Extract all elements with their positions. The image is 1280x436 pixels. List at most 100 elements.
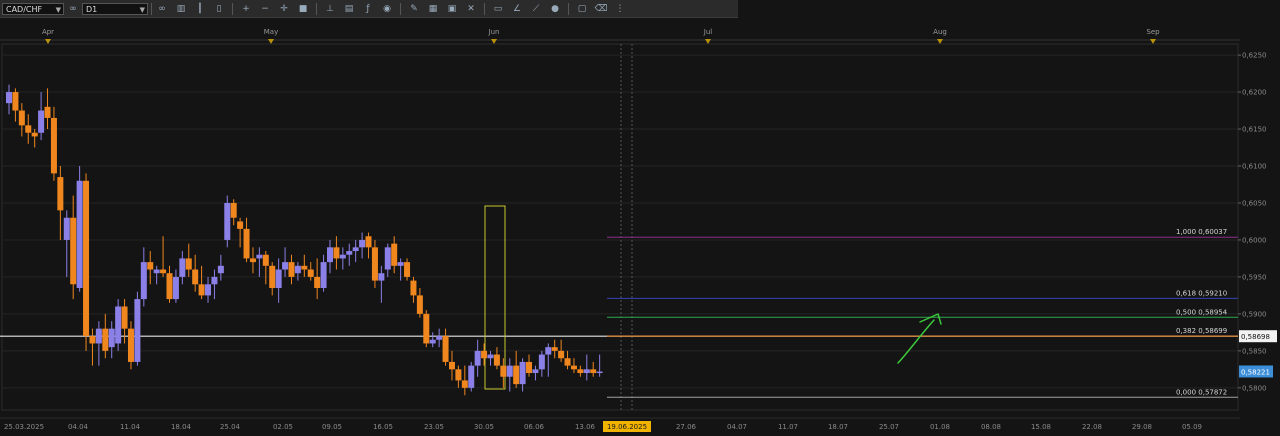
reference-price-label: 0,58698 [1241, 333, 1270, 341]
fib-level-label: 1,000 0,60037 [1176, 228, 1227, 236]
bear-candle [404, 262, 411, 277]
month-label: Jul [703, 28, 713, 36]
bull-candle [320, 262, 327, 288]
bear-candle [166, 273, 173, 300]
bear-candle [391, 243, 398, 266]
bear-candle [333, 247, 340, 259]
x-tick-label: 25.03.2025 [4, 423, 44, 431]
bull-candle [596, 371, 603, 374]
last-price-label: 0,58221 [1241, 368, 1270, 376]
bear-candle [57, 177, 64, 211]
bull-candle [538, 354, 545, 370]
bear-candle [198, 284, 205, 296]
bear-candle [442, 336, 449, 362]
bear-candle [455, 369, 462, 381]
highlighted-date-label: 19.06.2025 [607, 423, 647, 431]
x-tick-label: 16.05 [373, 423, 393, 431]
bull-candle [378, 273, 385, 281]
bull-candle [468, 365, 475, 388]
bull-candle [506, 365, 513, 377]
month-label: Apr [42, 28, 54, 36]
bull-candle [153, 269, 160, 274]
x-tick-label: 29.08 [1132, 423, 1152, 431]
bull-candle [474, 350, 481, 366]
bear-candle [570, 365, 577, 370]
bear-candle [307, 269, 314, 277]
bear-candle [83, 180, 90, 337]
bear-candle [121, 306, 128, 329]
bear-candle [102, 328, 109, 351]
bull-candle [346, 251, 353, 255]
bull-candle [140, 262, 147, 300]
bull-candle [429, 339, 436, 344]
bull-candle [76, 180, 83, 288]
bear-candle [481, 350, 488, 359]
fib-level-label: 0,500 0,58954 [1176, 308, 1228, 316]
bull-candle [108, 328, 115, 348]
bull-candle [487, 354, 494, 359]
x-tick-label: 30.05 [474, 423, 494, 431]
x-tick-label: 18.07 [828, 423, 848, 431]
bull-candle [583, 369, 590, 374]
bear-candle [416, 295, 423, 314]
bear-candle [526, 361, 533, 374]
bear-candle [50, 117, 57, 174]
fib-level-label: 0,000 0,57872 [1176, 388, 1227, 396]
bear-candle [551, 347, 558, 351]
x-tick-label: 04.07 [727, 423, 747, 431]
month-label: Sep [1146, 28, 1160, 36]
bear-candle [147, 262, 154, 270]
y-tick-label: 0,5800 [1242, 384, 1267, 392]
bull-candle [436, 336, 443, 340]
x-tick-label: 11.07 [778, 423, 798, 431]
y-tick-label: 0,5950 [1242, 273, 1267, 281]
bull-candle [6, 92, 12, 104]
bear-candle [192, 269, 199, 285]
bull-candle [327, 247, 333, 263]
x-tick-label: 09.05 [322, 423, 342, 431]
bear-candle [288, 262, 295, 277]
bear-candle [371, 247, 378, 281]
x-tick-label: 02.05 [273, 423, 293, 431]
bear-candle [365, 236, 372, 248]
y-tick-label: 0,5900 [1242, 310, 1267, 318]
x-tick-label: 22.08 [1082, 423, 1102, 431]
x-tick-label: 11.04 [120, 423, 141, 431]
x-tick-label: 05.09 [1182, 423, 1202, 431]
x-tick-label: 08.08 [981, 423, 1001, 431]
month-label: May [264, 28, 278, 36]
x-tick-label: 04.04 [68, 423, 89, 431]
bear-candle [25, 125, 32, 133]
x-tick-label: 27.06 [676, 423, 697, 431]
bull-candle [282, 262, 289, 270]
bear-candle [410, 280, 417, 296]
x-tick-label: 15.08 [1031, 423, 1051, 431]
bear-candle [127, 328, 134, 362]
bear-candle [262, 254, 269, 266]
bear-candle [423, 313, 430, 344]
bear-candle [564, 358, 571, 366]
bull-candle [179, 258, 186, 277]
bull-candle [359, 239, 366, 248]
bull-candle [134, 299, 141, 362]
bear-candle [160, 269, 167, 274]
fib-level-label: 0,618 0,59210 [1176, 289, 1227, 297]
bull-candle [95, 328, 102, 344]
bear-candle [269, 265, 276, 288]
bear-candle [185, 258, 192, 270]
bull-candle [217, 265, 224, 274]
bull-candle [256, 254, 263, 259]
month-label: Jun [488, 28, 500, 36]
bull-candle [545, 347, 552, 355]
bear-candle [448, 361, 455, 370]
bull-candle [115, 306, 122, 344]
bull-candle [211, 276, 218, 285]
bear-candle [493, 354, 500, 366]
y-tick-label: 0,6250 [1242, 52, 1267, 60]
bear-candle [590, 369, 597, 374]
x-tick-label: 25.07 [879, 423, 899, 431]
bear-candle [89, 336, 96, 344]
bear-candle [558, 350, 565, 359]
bull-candle [172, 276, 179, 300]
bull-candle [38, 110, 45, 133]
